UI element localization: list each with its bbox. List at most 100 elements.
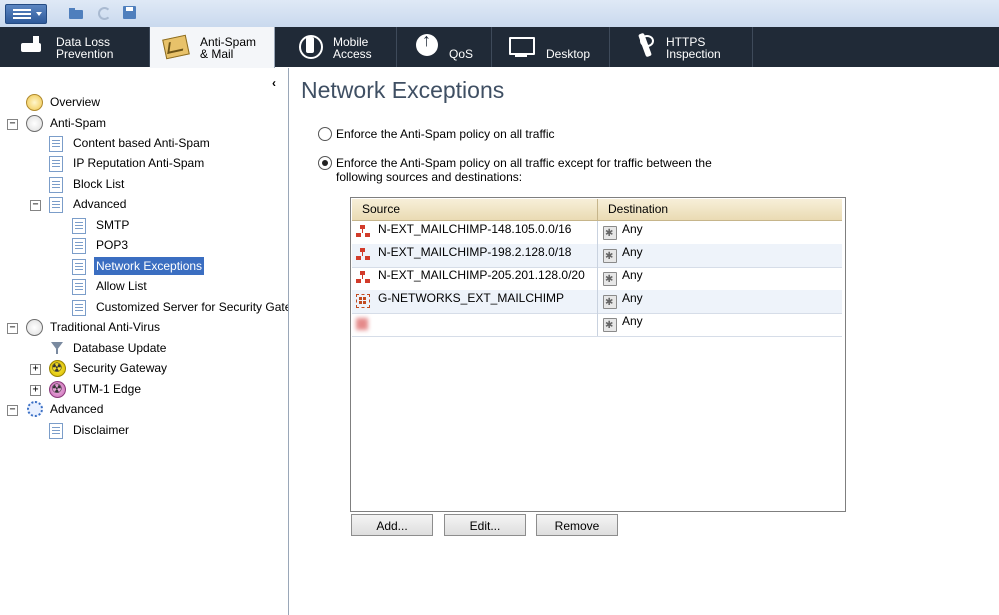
source-text: N-EXT_MAILCHIMP-198.2.128.0/18 bbox=[378, 245, 572, 259]
exceptions-table[interactable]: Source Destination N-EXT_MAILCHIMP-148.1… bbox=[350, 197, 846, 512]
tree-label: Network Exceptions bbox=[94, 257, 205, 275]
destination-text: Any bbox=[622, 245, 643, 259]
destination-cell: Any bbox=[598, 313, 842, 336]
destination-cell: Any bbox=[598, 267, 842, 290]
envelope-icon bbox=[162, 34, 190, 60]
tree-label: Advanced bbox=[50, 402, 104, 416]
destination-cell: Any bbox=[598, 290, 842, 313]
tree-label: Advanced bbox=[73, 197, 127, 211]
any-object-icon bbox=[603, 317, 617, 334]
tab-qos[interactable]: QoS bbox=[397, 27, 492, 67]
anti-spam-icon bbox=[26, 115, 43, 132]
any-object-icon bbox=[603, 248, 617, 265]
app-menu-button[interactable] bbox=[5, 4, 47, 24]
magnifier-icon bbox=[632, 33, 658, 59]
tree-label: Database Update bbox=[73, 341, 167, 355]
table-header: Source Destination bbox=[352, 199, 842, 221]
expand-security-gateway-toggle[interactable]: + bbox=[30, 364, 41, 375]
table-row[interactable]: N-EXT_MAILCHIMP-198.2.128.0/18 Any bbox=[352, 244, 842, 268]
radiation-icon bbox=[49, 359, 66, 377]
collapse-advanced-root-toggle[interactable]: − bbox=[7, 405, 18, 416]
document-icon bbox=[49, 197, 63, 213]
radio-button-selected[interactable] bbox=[318, 156, 332, 170]
destination-cell: Any bbox=[598, 221, 842, 244]
remove-button[interactable]: Remove bbox=[536, 514, 618, 536]
destination-text: Any bbox=[622, 291, 643, 305]
tree-label: SMTP bbox=[96, 218, 130, 232]
column-header-source[interactable]: Source bbox=[352, 199, 598, 220]
refresh-icon[interactable] bbox=[96, 5, 112, 21]
tree-label: Customized Server for Security Gateway bbox=[96, 300, 288, 314]
add-button[interactable]: Add... bbox=[351, 514, 433, 536]
table-row[interactable]: G-NETWORKS_EXT_MAILCHIMP Any bbox=[352, 290, 842, 314]
destination-text: Any bbox=[622, 222, 643, 236]
tab-label: Mobile Access bbox=[333, 35, 372, 61]
open-folder-icon[interactable] bbox=[68, 5, 84, 21]
tree-label: Allow List bbox=[96, 279, 147, 293]
expand-utm-edge-toggle[interactable]: + bbox=[30, 385, 41, 396]
tab-desktop[interactable]: Desktop bbox=[492, 27, 610, 67]
qos-arrow-icon bbox=[415, 33, 441, 59]
any-object-icon bbox=[603, 225, 617, 242]
collapse-advanced-toggle[interactable]: − bbox=[30, 200, 41, 211]
radio-button[interactable] bbox=[318, 127, 332, 141]
source-text: N-EXT_MAILCHIMP-148.105.0.0/16 bbox=[378, 222, 572, 236]
tab-data-loss-prevention[interactable]: Data Loss Prevention bbox=[0, 27, 150, 67]
network-group-icon bbox=[356, 294, 370, 308]
tree-label: Content based Anti-Spam bbox=[73, 136, 210, 150]
tab-https-inspection[interactable]: HTTPS Inspection bbox=[610, 27, 753, 67]
update-icon bbox=[49, 340, 65, 356]
tree-label: Security Gateway bbox=[73, 361, 168, 375]
document-icon bbox=[49, 423, 63, 439]
collapse-panel-icon[interactable]: ‹ bbox=[272, 76, 276, 90]
save-icon[interactable] bbox=[122, 5, 138, 21]
menu-icon bbox=[13, 9, 31, 19]
gear-icon bbox=[27, 401, 43, 417]
any-object-icon bbox=[603, 294, 617, 311]
overview-icon bbox=[26, 94, 43, 111]
document-icon bbox=[72, 218, 86, 234]
quick-access-toolbar bbox=[0, 0, 999, 28]
page-title: Network Exceptions bbox=[301, 77, 505, 103]
edit-button[interactable]: Edit... bbox=[444, 514, 526, 536]
radio-label: Enforce the Anti-Spam policy on all traf… bbox=[336, 156, 712, 184]
antivirus-icon bbox=[26, 319, 43, 336]
source-cell: N-EXT_MAILCHIMP-148.105.0.0/16 bbox=[352, 221, 598, 244]
radiation-icon bbox=[49, 380, 66, 398]
network-icon bbox=[356, 271, 370, 285]
any-object-icon bbox=[603, 271, 617, 288]
table-row[interactable]: N-EXT_MAILCHIMP-205.201.128.0/20 Any bbox=[352, 267, 842, 291]
tree-label: POP3 bbox=[96, 238, 129, 252]
network-exceptions-panel: Network Exceptions Enforce the Anti-Spam… bbox=[289, 68, 999, 615]
faucet-icon bbox=[18, 33, 44, 59]
network-icon bbox=[356, 225, 370, 239]
document-icon bbox=[49, 177, 63, 193]
tree-label: Block List bbox=[73, 177, 125, 191]
document-icon bbox=[72, 238, 86, 254]
table-row[interactable]: N-EXT_MAILCHIMP-148.105.0.0/16 Any bbox=[352, 221, 842, 245]
tab-label: Desktop bbox=[546, 47, 591, 61]
source-cell-redacted bbox=[352, 313, 598, 336]
collapse-anti-spam-toggle[interactable]: − bbox=[7, 119, 18, 130]
network-icon bbox=[356, 248, 370, 262]
radio-label: Enforce the Anti-Spam policy on all traf… bbox=[336, 127, 555, 141]
tree-label: IP Reputation Anti-Spam bbox=[73, 156, 205, 170]
document-icon bbox=[72, 259, 86, 275]
destination-cell: Any bbox=[598, 244, 842, 267]
tab-mobile-access[interactable]: Mobile Access bbox=[275, 27, 397, 67]
document-icon bbox=[49, 136, 63, 152]
tree-label: Traditional Anti-Virus bbox=[50, 320, 161, 334]
source-text: N-EXT_MAILCHIMP-205.201.128.0/20 bbox=[378, 268, 585, 282]
tab-anti-spam-mail[interactable]: Anti-Spam & Mail bbox=[150, 27, 275, 68]
table-row[interactable]: Any bbox=[352, 313, 842, 337]
document-icon bbox=[72, 279, 86, 295]
blade-tab-bar: Data Loss Prevention Anti-Spam & Mail Mo… bbox=[0, 27, 999, 68]
tab-label: QoS bbox=[449, 47, 474, 61]
tab-label: Anti-Spam & Mail bbox=[200, 35, 257, 61]
tab-label: HTTPS Inspection bbox=[666, 35, 721, 61]
tree-label: Anti-Spam bbox=[50, 116, 107, 130]
document-icon bbox=[49, 156, 63, 172]
column-header-destination[interactable]: Destination bbox=[598, 199, 842, 220]
collapse-traditional-av-toggle[interactable]: − bbox=[7, 323, 18, 334]
monitor-icon bbox=[508, 33, 535, 59]
